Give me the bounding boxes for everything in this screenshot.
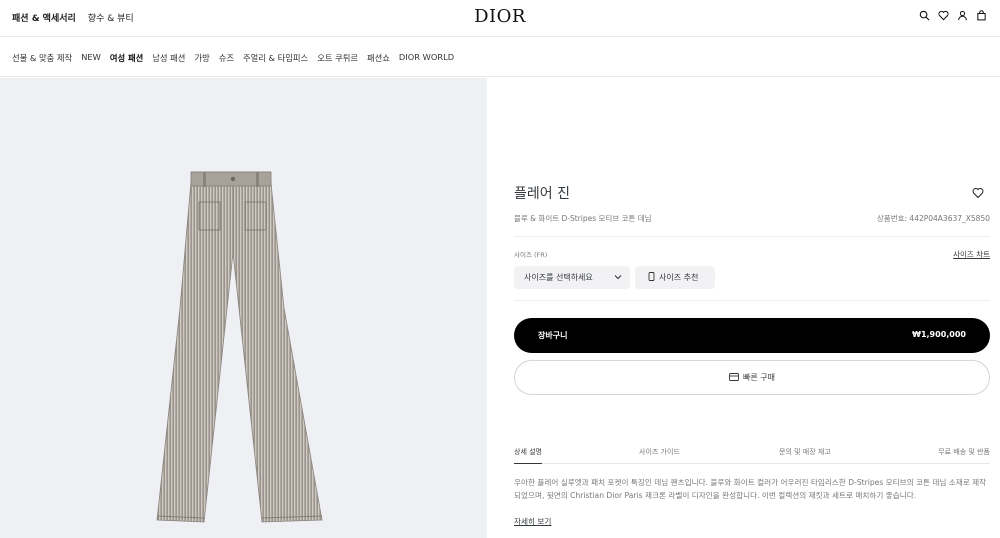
add-to-cart-label: 장바구니 [538, 331, 568, 340]
category-men[interactable]: 남성 패션 [152, 52, 185, 64]
product-price: ₩1,900,000 [912, 330, 966, 339]
category-fashion-show[interactable]: 패션쇼 [367, 52, 390, 64]
product-title: 플레어 진 [514, 186, 570, 202]
category-women[interactable]: 여성 패션 [110, 52, 143, 64]
user-icon[interactable] [956, 9, 968, 21]
category-dior-world[interactable]: DIOR WORLD [399, 52, 454, 64]
divider [514, 300, 990, 301]
size-recommend-button[interactable]: 사이즈 추천 [635, 266, 715, 289]
category-gifts[interactable]: 선물 & 맞춤 제작 [12, 52, 72, 64]
category-haute-couture[interactable]: 오트 쿠튀르 [317, 52, 358, 64]
category-new[interactable]: NEW [81, 52, 101, 64]
divider [514, 236, 990, 237]
tab-inquiry-stock[interactable]: 문의 및 매장 재고 [779, 447, 831, 457]
category-shoes[interactable]: 슈즈 [219, 52, 234, 64]
credit-card-icon [729, 372, 739, 383]
top-bar: 패션 & 액세서리 향수 & 뷰티 DIOR [0, 0, 1000, 37]
size-select-dropdown[interactable]: 사이즈를 선택하세요 [514, 266, 630, 289]
heart-icon[interactable] [937, 9, 949, 21]
product-code: 상품번호: 442P04A3637_X5850 [876, 214, 990, 223]
category-bags[interactable]: 가방 [194, 52, 209, 64]
tab-details[interactable]: 상세 설명 [514, 447, 542, 464]
top-nav: 패션 & 액세서리 향수 & 뷰티 [12, 11, 134, 24]
tab-size-guide[interactable]: 사이즈 가이드 [639, 447, 680, 457]
search-icon[interactable] [918, 9, 930, 21]
add-to-cart-button[interactable]: 장바구니 ₩1,900,000 [514, 318, 990, 353]
product-image-panel [0, 78, 487, 538]
dior-logo[interactable]: DIOR [0, 6, 1000, 27]
header-icons [918, 9, 987, 21]
product-details-text: 우아한 플레어 실루엣과 패치 포켓이 특징인 데님 팬츠입니다. 블루와 화이… [514, 478, 987, 500]
category-jewelry[interactable]: 주얼리 & 타임피스 [243, 52, 308, 64]
product-image-flare-jeans[interactable] [0, 78, 487, 538]
quick-buy-button[interactable]: 빠른 구매 [514, 360, 990, 395]
tab-free-shipping[interactable]: 무료 배송 및 반품 [938, 447, 990, 457]
size-select-value: 사이즈를 선택하세요 [524, 273, 593, 282]
size-recommend-label: 사이즈 추천 [659, 273, 699, 282]
read-more-link[interactable]: 자세히 보기 [514, 516, 551, 527]
size-chart-link[interactable]: 사이즈 차트 [953, 249, 990, 260]
chevron-down-icon [614, 273, 622, 281]
product-tabs: 상세 설명 사이즈 가이드 문의 및 매장 재고 무료 배송 및 반품 [514, 447, 990, 464]
nav-fragrance-beauty[interactable]: 향수 & 뷰티 [88, 11, 134, 24]
nav-fashion-accessories[interactable]: 패션 & 액세서리 [12, 11, 76, 24]
size-label: 사이즈 (FR) [514, 251, 548, 259]
phone-icon [648, 272, 655, 283]
product-info-panel: 플레어 진 블루 & 화이트 D-Stripes 모티브 코튼 데님 상품번호:… [514, 78, 990, 538]
shopping-bag-icon[interactable] [975, 9, 987, 21]
quick-buy-label: 빠른 구매 [743, 373, 775, 382]
product-description: 블루 & 화이트 D-Stripes 모티브 코튼 데님 [514, 214, 652, 223]
wishlist-heart-icon[interactable] [972, 184, 984, 199]
category-nav: 선물 & 맞춤 제작 NEW 여성 패션 남성 패션 가방 슈즈 주얼리 & 타… [0, 37, 1000, 77]
